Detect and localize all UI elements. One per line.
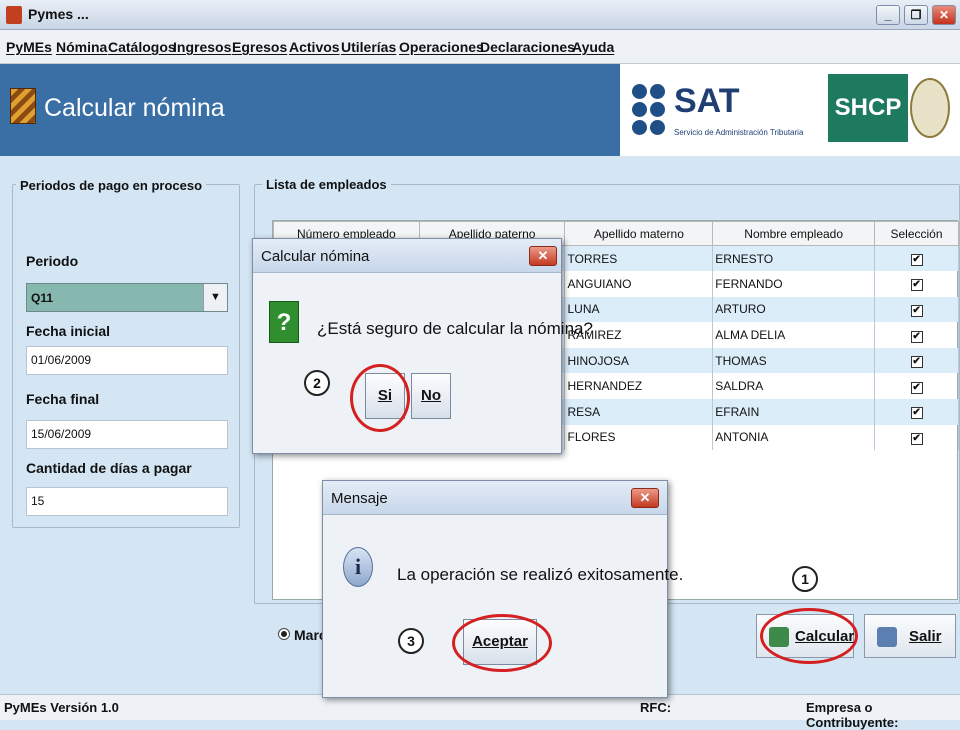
selection-checkbox[interactable]: ✔ [910, 407, 923, 420]
col-nombre[interactable]: Nombre empleado [712, 221, 876, 246]
cell-nombre: THOMAS [712, 347, 876, 374]
salir-label: Salir [909, 628, 942, 645]
shcp-logo: SHCP [828, 74, 908, 142]
menu-pymes[interactable]: PyMEs [6, 39, 52, 55]
window-title: Pymes ... [28, 6, 89, 22]
step-marker-3: 3 [398, 628, 424, 654]
cell-nombre: FERNANDO [712, 271, 876, 297]
col-seleccion[interactable]: Selección [874, 221, 959, 246]
fecha-inicial-label: Fecha inicial [26, 323, 111, 339]
close-button[interactable]: ✕ [932, 5, 956, 25]
dias-field[interactable]: 15 [26, 487, 228, 516]
minimize-button[interactable]: _ [876, 5, 900, 25]
highlight-ring-aceptar [452, 614, 552, 672]
menu-operaciones[interactable]: Operaciones [399, 39, 484, 55]
sat-logo-icon [630, 80, 670, 140]
page-header: Calcular nómina [0, 64, 620, 156]
lista-title: Lista de empleados [262, 177, 391, 192]
periodo-select[interactable]: Q11 ▼ [26, 283, 228, 312]
confirm-dialog-titlebar: Calcular nómina ✕ [253, 239, 561, 273]
window-title-bar: Pymes ... _ ❐ ✕ [0, 0, 960, 30]
menu-nomina[interactable]: Nómina [56, 39, 107, 55]
confirm-dialog: Calcular nómina ✕ ? ¿Está seguro de calc… [252, 238, 593, 454]
maximize-button[interactable]: ❐ [904, 5, 928, 25]
menu-catalogos[interactable]: Catálogos [108, 39, 176, 55]
fecha-inicial-field[interactable]: 01/06/2009 [26, 346, 228, 375]
question-icon: ? [269, 301, 299, 343]
menu-bar: PyMEs Nómina Catálogos Ingresos Egresos … [0, 30, 960, 64]
selection-checkbox[interactable]: ✔ [910, 330, 923, 343]
step-marker-1: 1 [792, 566, 818, 592]
highlight-ring-calcular [760, 608, 858, 664]
selection-checkbox[interactable]: ✔ [910, 432, 923, 445]
cell-materno: FLORES [564, 424, 714, 451]
menu-utilerias[interactable]: Utilerías [341, 39, 396, 55]
selection-checkbox[interactable]: ✔ [910, 304, 923, 317]
cell-nombre: EFRAIN [712, 399, 876, 425]
java-app-icon [6, 6, 22, 24]
fecha-final-field[interactable]: 15/06/2009 [26, 420, 228, 449]
menu-ayuda[interactable]: Ayuda [572, 39, 614, 55]
cell-materno: HINOJOSA [564, 347, 714, 374]
dias-label: Cantidad de días a pagar [26, 460, 192, 476]
cell-nombre: ANTONIA [712, 424, 876, 451]
step-marker-2: 2 [304, 370, 330, 396]
cell-materno: ANGUIANO [564, 271, 714, 297]
menu-declaraciones[interactable]: Declaraciones [480, 39, 575, 55]
selection-checkbox[interactable]: ✔ [910, 279, 923, 292]
exit-icon [877, 627, 897, 647]
empresa-text: Empresa o Contribuyente: [806, 700, 899, 730]
cell-materno: HERNANDEZ [564, 373, 714, 400]
cell-nombre: ALMA DELIA [712, 322, 876, 348]
confirm-close-button[interactable]: ✕ [529, 246, 557, 266]
periodos-title: Periodos de pago en proceso [16, 178, 207, 193]
page-title: Calcular nómina [44, 94, 225, 122]
cell-materno: RESA [564, 399, 714, 425]
sat-logo-subtitle: Servicio de Administración Tributaria [674, 128, 804, 137]
info-icon: i [343, 547, 373, 587]
no-button[interactable]: No [411, 373, 451, 419]
abacus-icon [10, 88, 36, 124]
brand-area [620, 64, 960, 156]
selection-checkbox[interactable]: ✔ [910, 381, 923, 394]
selection-checkbox[interactable]: ✔ [910, 356, 923, 369]
cell-nombre: ARTURO [712, 296, 876, 323]
menu-egresos[interactable]: Egresos [232, 39, 287, 55]
message-dialog-titlebar: Mensaje ✕ [323, 481, 667, 515]
menu-activos[interactable]: Activos [289, 39, 340, 55]
message-close-button[interactable]: ✕ [631, 488, 659, 508]
cell-nombre: SALDRA [712, 373, 876, 400]
version-text: PyMEs Versión 1.0 [4, 700, 119, 715]
salir-button[interactable]: Salir [864, 614, 956, 658]
cell-materno: TORRES [564, 245, 714, 272]
menu-ingresos[interactable]: Ingresos [173, 39, 231, 55]
message-text: La operación se realizó exitosamente. [397, 565, 684, 584]
marcar-radio[interactable] [278, 628, 290, 640]
cell-nombre: ERNESTO [712, 245, 876, 272]
rfc-text: RFC: [640, 700, 672, 715]
fecha-final-label: Fecha final [26, 391, 100, 407]
highlight-ring-si [350, 364, 410, 432]
mexico-seal-icon [910, 78, 950, 138]
dropdown-arrow-icon[interactable]: ▼ [203, 284, 227, 311]
periodo-label: Periodo [26, 253, 79, 269]
selection-checkbox[interactable]: ✔ [910, 254, 923, 267]
col-apellido-materno[interactable]: Apellido materno [564, 221, 714, 246]
message-dialog-title: Mensaje [331, 490, 388, 507]
sat-logo-text: SAT [674, 82, 740, 120]
periodo-value: Q11 [31, 291, 54, 305]
confirm-message: ¿Está seguro de calcular la nómina? [317, 319, 593, 338]
confirm-dialog-title: Calcular nómina [261, 248, 370, 265]
